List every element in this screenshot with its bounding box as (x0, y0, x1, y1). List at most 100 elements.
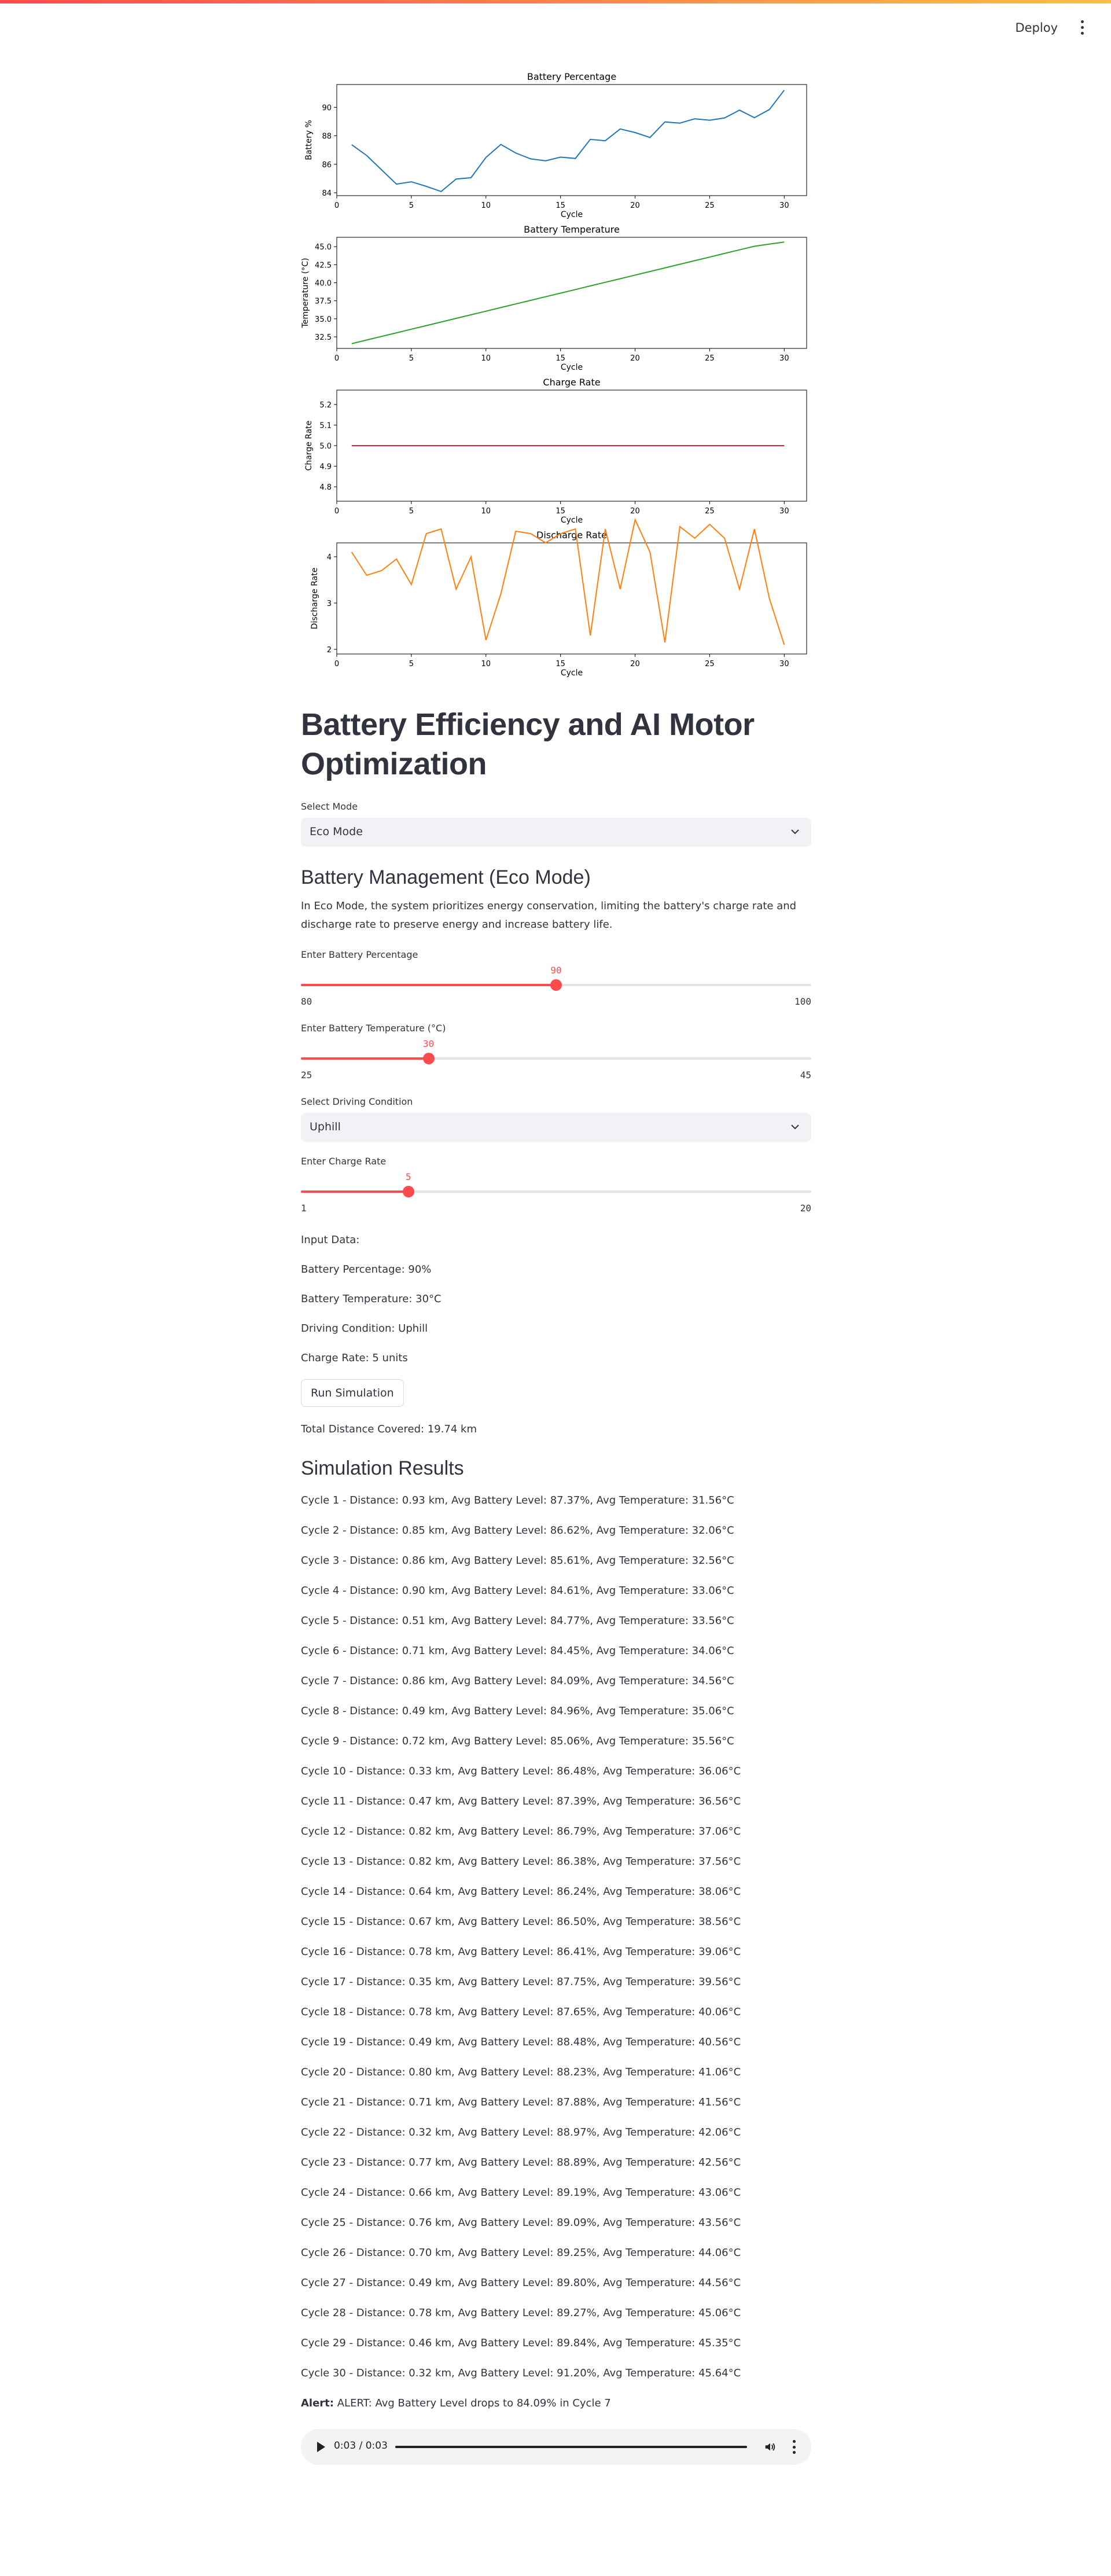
result-cycle-row: Cycle 19 - Distance: 0.49 km, Avg Batter… (301, 2036, 741, 2048)
y-axis-label: Battery % (304, 120, 314, 160)
result-cycle-row: Cycle 2 - Distance: 0.85 km, Avg Battery… (301, 1524, 734, 1537)
result-cycle-row: Cycle 24 - Distance: 0.66 km, Avg Batter… (301, 2187, 741, 2199)
result-cycle-row: Cycle 4 - Distance: 0.90 km, Avg Battery… (301, 1585, 734, 1597)
y-tick-label: 84 (322, 189, 332, 198)
x-tick-label: 15 (556, 354, 565, 363)
total-distance: Total Distance Covered: 19.74 km (301, 1423, 477, 1435)
x-tick-label: 0 (334, 660, 339, 668)
slider-max: 45 (800, 1070, 811, 1081)
input-charge-rate: Charge Rate: 5 units (301, 1352, 408, 1364)
battery-percentage-label: Enter Battery Percentage (301, 949, 418, 960)
x-tick-label: 20 (630, 660, 640, 668)
section-heading: Battery Management (Eco Mode) (301, 866, 591, 888)
run-simulation-button[interactable]: Run Simulation (301, 1379, 404, 1407)
mode-select[interactable]: Eco Mode (301, 818, 811, 847)
result-cycle-row: Cycle 13 - Distance: 0.82 km, Avg Batter… (301, 1855, 741, 1868)
slider-min: 1 (301, 1203, 307, 1214)
charge-rate-slider[interactable]: 5 1 20 (301, 1171, 811, 1214)
y-tick-label: 2 (327, 646, 332, 655)
input-battery-temperature: Battery Temperature: 30°C (301, 1293, 442, 1305)
slider-thumb[interactable] (402, 1186, 414, 1197)
slider-value: 30 (422, 1038, 435, 1049)
x-tick-label: 30 (779, 201, 789, 210)
result-cycle-row: Cycle 9 - Distance: 0.72 km, Avg Battery… (301, 1735, 734, 1747)
chart-title: Discharge Rate (536, 530, 607, 541)
volume-icon[interactable] (764, 2441, 777, 2453)
y-tick-label: 35.0 (315, 315, 332, 324)
deploy-button[interactable]: Deploy (1009, 17, 1064, 38)
result-cycle-row: Cycle 28 - Distance: 0.78 km, Avg Batter… (301, 2307, 741, 2319)
chart-title: Battery Temperature (524, 224, 620, 235)
y-axis-label: Charge Rate (304, 421, 314, 471)
x-tick-label: 0 (334, 201, 339, 210)
result-cycle-row: Cycle 16 - Distance: 0.78 km, Avg Batter… (301, 1946, 741, 1958)
battery-temperature-slider[interactable]: 30 25 45 (301, 1038, 811, 1081)
chart-title: Charge Rate (543, 377, 600, 388)
y-tick-label: 4.9 (319, 463, 332, 472)
slider-value: 5 (405, 1171, 411, 1182)
charts-figure: Battery Percentage 0 5 10 15 20 25 30 84 86 88 90 Cy… (301, 68, 810, 679)
result-cycle-row: Cycle 12 - Distance: 0.82 km, Avg Batter… (301, 1825, 741, 1838)
play-icon[interactable] (317, 2442, 325, 2452)
x-tick-label: 30 (779, 507, 789, 516)
slider-thumb[interactable] (422, 1053, 435, 1064)
slider-value: 90 (550, 965, 562, 976)
audio-time: 0:03 / 0:03 (334, 2440, 388, 2452)
audio-progress-bar[interactable] (395, 2446, 747, 2448)
y-tick-label: 4.8 (319, 483, 332, 492)
result-cycle-row: Cycle 6 - Distance: 0.71 km, Avg Battery… (301, 1645, 734, 1657)
result-cycle-row: Cycle 14 - Distance: 0.64 km, Avg Batter… (301, 1886, 741, 1898)
battery-percentage-slider[interactable]: 90 80 100 (301, 965, 811, 1007)
main-content: Battery Efficiency and AI Motor Optimiza… (301, 705, 811, 2419)
x-tick-label: 5 (409, 354, 414, 363)
y-axis-label: Temperature (°C) (301, 258, 310, 329)
alert-message: Alert: ALERT: Avg Battery Level drops to… (301, 2388, 811, 2419)
result-cycle-row: Cycle 21 - Distance: 0.71 km, Avg Batter… (301, 2096, 741, 2108)
y-tick-label: 4 (327, 553, 332, 562)
x-tick-label: 15 (556, 507, 565, 516)
y-tick-label: 37.5 (315, 297, 332, 306)
slider-max: 100 (794, 996, 811, 1007)
result-cycle-row: Cycle 17 - Distance: 0.35 km, Avg Batter… (301, 1976, 741, 1988)
input-data-heading: Input Data: (301, 1234, 360, 1246)
slider-max: 20 (800, 1203, 811, 1214)
series-line (351, 241, 785, 344)
slider-thumb[interactable] (550, 979, 562, 991)
series-line (351, 90, 785, 193)
x-tick-label: 15 (556, 660, 565, 668)
alert-label: Alert: (301, 2397, 334, 2409)
input-battery-percentage: Battery Percentage: 90% (301, 1263, 432, 1276)
x-axis-label: Cycle (561, 668, 583, 678)
y-tick-label: 42.5 (315, 261, 332, 270)
driving-condition-select[interactable]: Uphill (301, 1113, 811, 1142)
result-cycle-row: Cycle 15 - Distance: 0.67 km, Avg Batter… (301, 1916, 741, 1928)
x-tick-label: 5 (409, 660, 414, 668)
section-description: In Eco Mode, the system prioritizes ener… (301, 900, 797, 931)
y-tick-label: 5.1 (319, 421, 332, 430)
result-cycle-row: Cycle 5 - Distance: 0.51 km, Avg Battery… (301, 1615, 734, 1627)
x-tick-label: 25 (705, 507, 715, 516)
results-heading: Simulation Results (301, 1457, 464, 1479)
chart-title: Battery Percentage (527, 71, 616, 82)
charge-rate-label: Enter Charge Rate (301, 1156, 387, 1167)
y-tick-label: 90 (322, 104, 332, 112)
audio-player[interactable]: 0:03 / 0:03 (301, 2429, 811, 2465)
chevron-down-icon (791, 829, 799, 835)
more-options-icon[interactable] (793, 2440, 796, 2454)
y-axis-label: Discharge Rate (310, 568, 319, 630)
result-cycle-row: Cycle 25 - Distance: 0.76 km, Avg Batter… (301, 2217, 741, 2229)
result-cycle-row: Cycle 26 - Distance: 0.70 km, Avg Batter… (301, 2247, 741, 2259)
result-cycle-row: Cycle 27 - Distance: 0.49 km, Avg Batter… (301, 2277, 741, 2289)
app-header: Deploy (0, 3, 1111, 51)
x-axis-label: Cycle (561, 516, 583, 525)
select-mode-label: Select Mode (301, 801, 358, 812)
slider-fill (301, 1190, 409, 1193)
x-tick-label: 20 (630, 507, 640, 516)
result-cycle-row: Cycle 18 - Distance: 0.78 km, Avg Batter… (301, 2006, 741, 2018)
driving-condition-label: Select Driving Condition (301, 1096, 413, 1107)
result-cycle-row: Cycle 11 - Distance: 0.47 km, Avg Batter… (301, 1795, 741, 1807)
kebab-menu-icon[interactable] (1075, 19, 1089, 36)
chevron-down-icon (791, 1125, 799, 1130)
plot-area (336, 84, 807, 196)
x-tick-label: 25 (705, 660, 715, 668)
